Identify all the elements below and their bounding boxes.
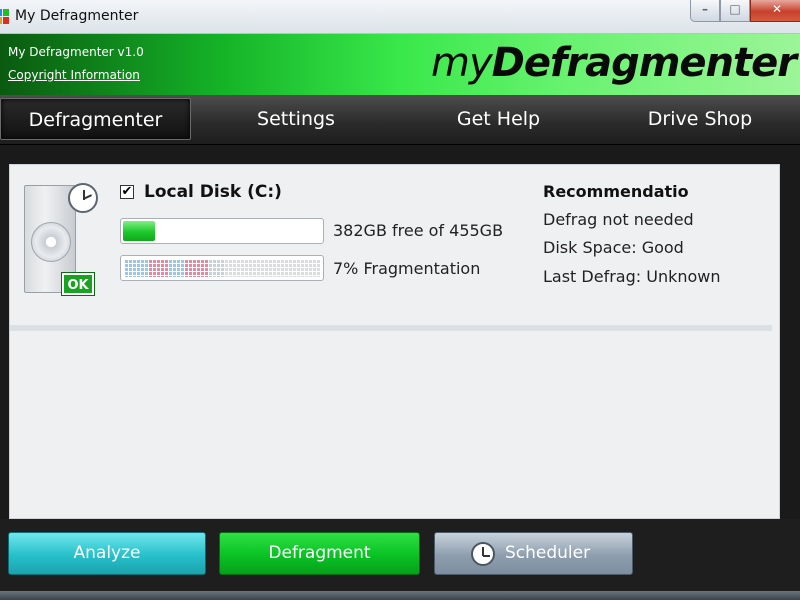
recommendation-line: Last Defrag: Unknown xyxy=(543,267,721,286)
disk-checkbox[interactable]: ✔ xyxy=(120,185,134,199)
defragment-button[interactable]: Defragment xyxy=(219,532,420,575)
recommendation-line: Disk Space: Good xyxy=(543,238,684,257)
free-space-text: 382GB free of 455GB xyxy=(333,221,504,240)
clock-icon xyxy=(68,183,98,213)
clock-icon xyxy=(471,542,495,566)
window-bottom-border xyxy=(0,591,800,600)
scheduler-button[interactable]: Scheduler xyxy=(434,532,633,575)
app-icon xyxy=(0,9,10,25)
close-button[interactable]: ✕ xyxy=(750,0,800,22)
disk-name: Local Disk (C:) xyxy=(144,182,282,202)
fragmentation-text: 7% Fragmentation xyxy=(333,259,481,278)
app-header: My Defragmenter v1.0 Copyright Informati… xyxy=(0,34,800,95)
maximize-button[interactable]: □ xyxy=(720,0,750,22)
recommendation-title: Recommendation xyxy=(543,182,688,201)
minimize-button[interactable]: – xyxy=(690,0,720,22)
logo-name: Defragmenter xyxy=(491,40,797,86)
app-version: My Defragmenter v1.0 xyxy=(8,45,144,59)
scheduler-label: Scheduler xyxy=(505,543,591,563)
title-bar: My Defragmenter – □ ✕ xyxy=(0,0,800,34)
logo-prefix: my xyxy=(431,40,493,86)
drive-list-panel: OK ✔ Local Disk (C:) 382GB free of 455GB… xyxy=(9,164,780,519)
app-window: My Defragmenter – □ ✕ My Defragmenter v1… xyxy=(0,0,800,600)
tab-defragmenter[interactable]: Defragmenter xyxy=(0,98,191,140)
disk-space-fill xyxy=(123,221,155,241)
hard-drive-icon: OK xyxy=(24,183,98,295)
tab-drive-shop[interactable]: Drive Shop xyxy=(600,98,800,140)
status-badge: OK xyxy=(62,273,94,295)
close-icon: ✕ xyxy=(771,2,783,16)
minimize-icon: – xyxy=(702,2,708,16)
fragmentation-map xyxy=(120,255,324,281)
tab-settings[interactable]: Settings xyxy=(200,98,392,140)
app-logo: myDefragmenter xyxy=(431,40,797,86)
action-bar: Analyze Defragment Scheduler xyxy=(0,519,800,600)
window-title: My Defragmenter xyxy=(15,8,139,24)
tab-get-help[interactable]: Get Help xyxy=(400,98,597,140)
copyright-link[interactable]: Copyright Information xyxy=(8,68,140,82)
recommendation-line: Defrag not needed xyxy=(543,210,694,229)
disk-space-bar xyxy=(120,218,324,244)
analyze-button[interactable]: Analyze xyxy=(8,532,206,575)
main-nav: Defragmenter Settings Get Help Drive Sho… xyxy=(0,95,800,145)
maximize-icon: □ xyxy=(729,2,741,16)
row-divider xyxy=(10,325,772,331)
